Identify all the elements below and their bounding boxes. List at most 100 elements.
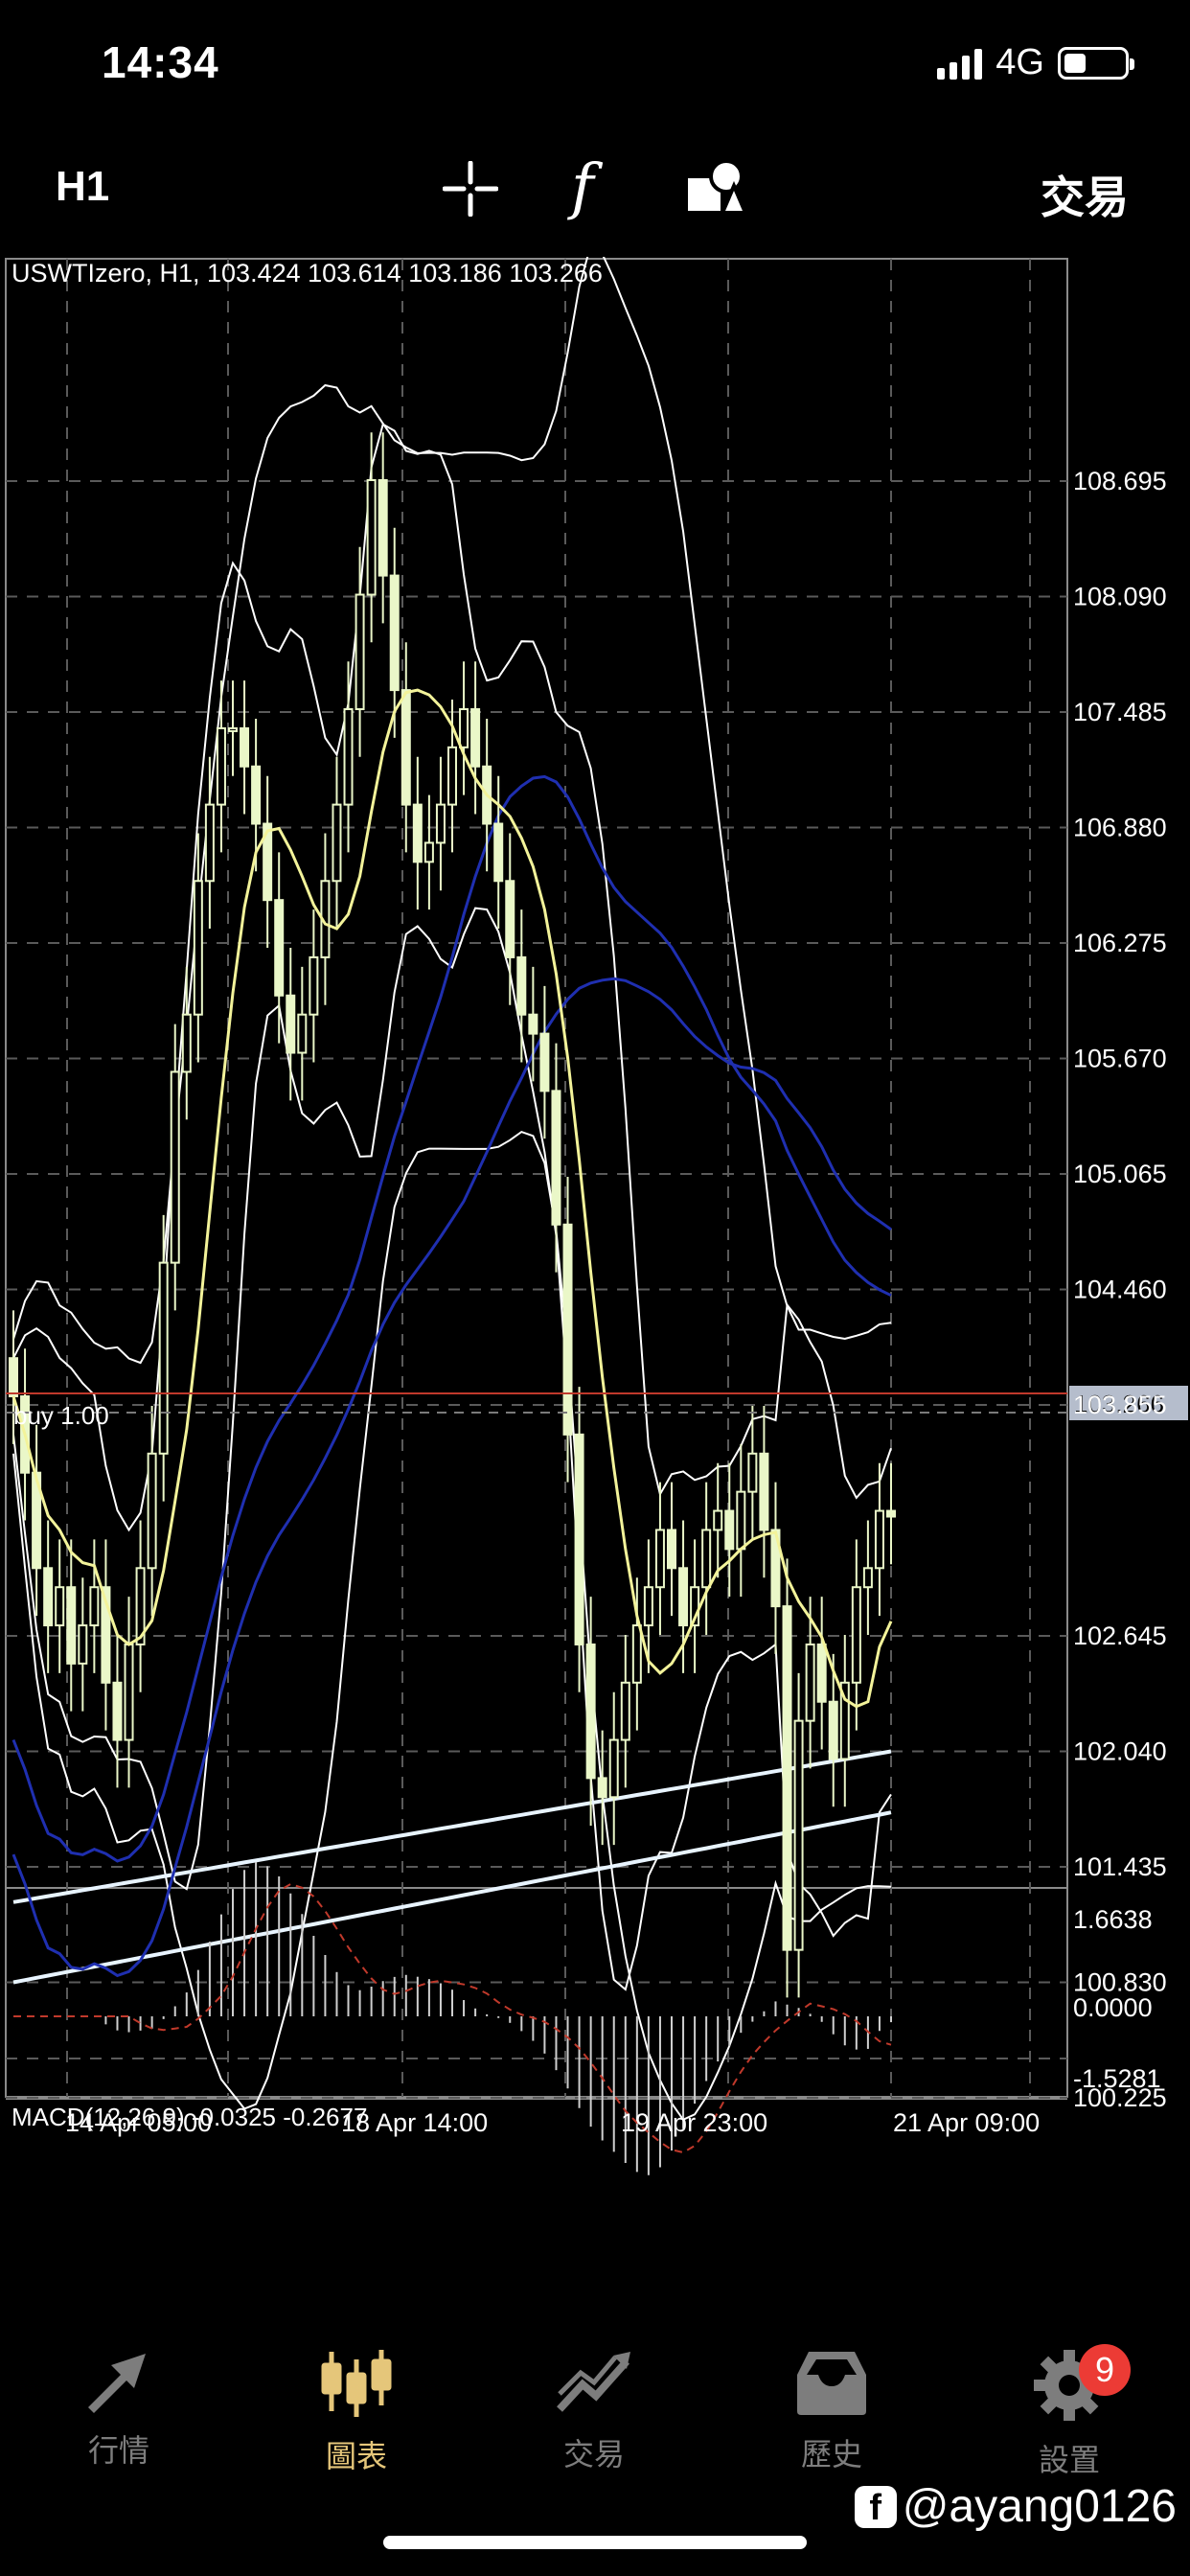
nav-trade[interactable]: 交易 xyxy=(517,2348,671,2474)
candle xyxy=(55,1586,65,1627)
battery-icon xyxy=(1058,46,1134,80)
candle xyxy=(400,689,411,806)
candle xyxy=(297,1013,308,1054)
candle xyxy=(66,1586,77,1665)
candle xyxy=(251,765,262,825)
nav-label: 設置 xyxy=(1038,2443,1100,2477)
candle xyxy=(355,593,365,711)
timeframe-button[interactable]: H1 xyxy=(56,163,109,211)
candle xyxy=(759,1452,769,1531)
candle xyxy=(204,803,215,883)
candle xyxy=(551,1090,561,1226)
candle xyxy=(332,803,342,883)
time-tick: 21 Apr 09:00 xyxy=(893,2108,1040,2137)
price-tick: 105.670 xyxy=(1073,1045,1167,1073)
candle xyxy=(608,1738,619,1799)
candle xyxy=(240,726,250,768)
candle xyxy=(505,880,515,958)
price-tick: 105.065 xyxy=(1073,1160,1167,1188)
position-label: buy 1.00 xyxy=(13,1401,109,1430)
time-tick: 14 Apr 05:00 xyxy=(65,2108,212,2137)
candle xyxy=(309,955,319,1016)
candle xyxy=(528,1013,538,1035)
macd-tick: -1.5281 xyxy=(1073,2064,1161,2093)
candle xyxy=(631,1624,642,1684)
candle xyxy=(193,880,203,1016)
candle xyxy=(643,1586,653,1627)
chart-header: USWTIzero, H1, 103.424 103.614 103.186 1… xyxy=(11,259,603,288)
candle xyxy=(286,994,296,1054)
candle xyxy=(747,1452,758,1493)
candle xyxy=(389,574,400,692)
ma-slow-line xyxy=(11,774,892,1863)
candle xyxy=(539,1032,550,1092)
candle xyxy=(667,1529,676,1570)
price-chart[interactable]: USWTIzero, H1, 103.424 103.614 103.186 1… xyxy=(0,257,1190,2298)
candle xyxy=(574,1433,584,1645)
candle xyxy=(412,803,423,863)
macd-tick: 0.0000 xyxy=(1073,1993,1153,2022)
watermark-text: @ayang0126 xyxy=(902,2481,1177,2532)
candle xyxy=(585,1643,596,1780)
candle xyxy=(782,1605,792,1951)
candle xyxy=(366,479,377,596)
candle xyxy=(181,1013,192,1073)
candle xyxy=(147,1452,157,1570)
network-type: 4G xyxy=(995,42,1044,82)
crosshair-icon[interactable] xyxy=(443,161,498,217)
candle xyxy=(805,1643,815,1722)
nav-label: 圖表 xyxy=(325,2439,387,2473)
signal-icon xyxy=(937,47,983,80)
candle xyxy=(793,1719,804,1951)
candle xyxy=(597,1777,607,1799)
trade-button[interactable]: 交易 xyxy=(1041,163,1129,226)
candle xyxy=(701,1529,712,1589)
notification-badge: 9 xyxy=(1079,2344,1131,2396)
price-tick: 108.090 xyxy=(1073,583,1167,611)
home-indicator xyxy=(383,2536,807,2549)
candle xyxy=(343,708,354,806)
price-tick: 108.695 xyxy=(1073,467,1167,495)
nav-quotes[interactable]: 行情 xyxy=(42,2348,195,2471)
candle xyxy=(124,1643,134,1741)
candle xyxy=(874,1509,884,1570)
candle xyxy=(851,1586,861,1684)
inbox-icon xyxy=(797,2352,866,2415)
status-time: 14:34 xyxy=(102,37,219,87)
nav-chart[interactable]: 圖表 xyxy=(280,2348,433,2476)
price-tick: 104.460 xyxy=(1073,1276,1167,1304)
time-tick: 18 Apr 14:00 xyxy=(341,2108,488,2137)
price-tick: 107.485 xyxy=(1073,698,1167,726)
chart-border xyxy=(5,258,1068,2098)
price-tick: 106.275 xyxy=(1073,929,1167,957)
candle xyxy=(112,1681,123,1741)
price-tick: 103.855 xyxy=(1073,1391,1167,1419)
candle xyxy=(620,1681,630,1741)
candle xyxy=(736,1490,746,1551)
nav-settings[interactable]: 設置 9 xyxy=(993,2344,1146,2480)
price-tick: 102.040 xyxy=(1073,1737,1167,1766)
indicators-icon[interactable]: f xyxy=(571,151,594,222)
candle xyxy=(713,1509,723,1531)
candle xyxy=(9,1357,18,1398)
candle xyxy=(435,803,446,844)
candle xyxy=(78,1624,88,1665)
price-tick: 102.645 xyxy=(1073,1622,1167,1650)
candle xyxy=(158,1261,169,1455)
candle xyxy=(170,1070,180,1264)
candle xyxy=(886,1509,896,1518)
candle xyxy=(816,1643,827,1703)
trend-icon xyxy=(557,2352,630,2412)
facebook-icon: f xyxy=(854,2485,897,2528)
nav-label: 交易 xyxy=(562,2437,625,2472)
candle xyxy=(216,726,226,806)
watermark: f @ayang0126 xyxy=(854,2480,1177,2533)
candle xyxy=(459,708,469,748)
candle xyxy=(678,1567,689,1627)
candle xyxy=(470,708,481,768)
candle xyxy=(828,1700,838,1760)
nav-history[interactable]: 歷史 xyxy=(755,2348,908,2474)
candle xyxy=(562,1223,573,1436)
objects-icon[interactable] xyxy=(686,157,747,218)
price-tick: 101.435 xyxy=(1073,1852,1167,1881)
